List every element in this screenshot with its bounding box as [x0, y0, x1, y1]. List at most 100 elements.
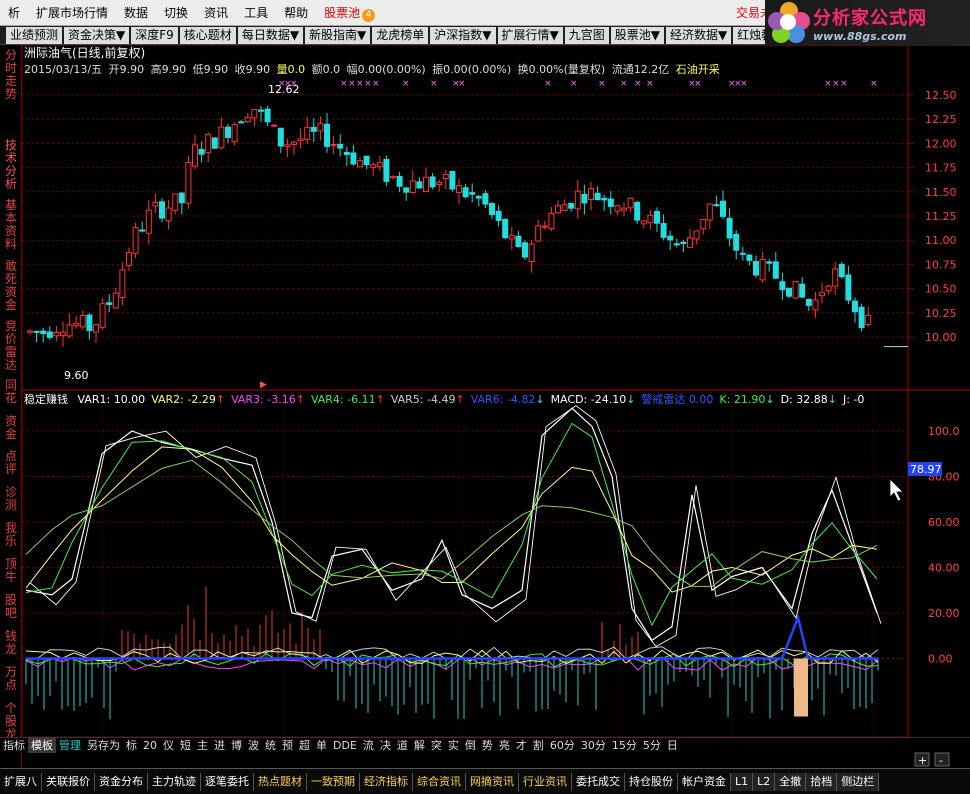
candle-body	[350, 152, 357, 165]
tab-26[interactable]: 才	[513, 737, 530, 753]
toolbar-index[interactable]: 沪深指数▼	[430, 26, 496, 44]
tab-19[interactable]: 道	[394, 737, 411, 753]
bottom-item-13[interactable]: 帐户资金	[678, 772, 731, 791]
bottom-item-18[interactable]: 侧边栏	[837, 772, 880, 791]
menu-item-help[interactable]: 帮助	[276, 4, 316, 21]
bottom-item-6[interactable]: 一致预期	[307, 772, 360, 791]
candle-body	[86, 314, 93, 332]
bottom-item-7[interactable]: 经济指标	[360, 772, 413, 791]
menu-item-data[interactable]: 数据	[116, 4, 156, 21]
toolbar-extended-quotes[interactable]: 扩展行情▼	[497, 26, 563, 44]
bottom-item-3[interactable]: 主力轨迹	[148, 772, 201, 791]
tab-4[interactable]: 标	[123, 737, 140, 753]
sidebar-item-wole[interactable]: 我乐	[2, 522, 20, 548]
tab-32[interactable]: 日	[664, 737, 681, 753]
tab-11[interactable]: 波	[245, 737, 262, 753]
sidebar-item-dare-capital[interactable]: 敢死资金	[2, 260, 20, 312]
menu-item-tools[interactable]: 工具	[236, 4, 276, 21]
tab-8[interactable]: 主	[194, 737, 211, 753]
kdj-d-line	[29, 405, 882, 648]
price-high-mark: 12.62	[268, 83, 300, 96]
sidebar-item-tonghua[interactable]: 同花	[2, 379, 20, 405]
tab-3[interactable]: 另存为	[84, 737, 123, 753]
sidebar-item-intraday[interactable]: 分时走势	[2, 49, 20, 101]
menu-item-news[interactable]: 资讯	[196, 4, 236, 21]
tab-20[interactable]: 解	[411, 737, 428, 753]
tab-23[interactable]: 倒	[462, 737, 479, 753]
tab-29[interactable]: 30分	[578, 737, 609, 753]
candle-body	[376, 162, 383, 168]
bottom-item-5[interactable]: 热点题材	[254, 772, 307, 791]
toolbar-nine-grid[interactable]: 九宫图	[564, 26, 609, 44]
tab-9[interactable]: 进	[211, 737, 228, 753]
tab-14[interactable]: 超	[296, 737, 313, 753]
bottom-item-16[interactable]: 全撤	[775, 772, 807, 791]
menu-item-switch[interactable]: 切换	[156, 4, 196, 21]
tab-30[interactable]: 15分	[609, 737, 640, 753]
indicator-var: VAR5: -4.49	[391, 393, 456, 406]
quote-turnover: 0.00%(量复权)	[529, 62, 606, 76]
sidebar-item-qianlong[interactable]: 钱龙	[2, 630, 20, 656]
sidebar-item-stock-forum[interactable]: 股吧	[2, 594, 20, 620]
tab-2[interactable]: 管理	[56, 737, 84, 753]
bottom-item-1[interactable]: 关联报价	[42, 772, 95, 791]
sidebar-item-technical[interactable]: 技术分析	[2, 139, 20, 191]
tab-12[interactable]: 统	[262, 737, 279, 753]
tab-31[interactable]: 5分	[640, 737, 664, 753]
bottom-item-4[interactable]: 逐笔委托	[201, 772, 254, 791]
bottom-item-2[interactable]: 资金分布	[95, 772, 148, 791]
tab-16[interactable]: DDE	[330, 739, 360, 752]
sidebar-item-diagnosis[interactable]: 诊测	[2, 486, 20, 512]
tab-10[interactable]: 博	[228, 737, 245, 753]
sidebar-item-basic-info[interactable]: 基本资料	[2, 199, 20, 251]
tab-18[interactable]: 决	[377, 737, 394, 753]
sidebar-item-auction-radar[interactable]: 竞价雷达	[2, 320, 20, 372]
sidebar-item-dingniu[interactable]: 顶牛	[2, 558, 20, 584]
toolbar-daily-data[interactable]: 每日数据▼	[237, 26, 304, 44]
bottom-item-11[interactable]: 委托成交	[572, 772, 625, 791]
toolbar-stock-pool[interactable]: 股票池▼	[610, 26, 665, 44]
tab-24[interactable]: 势	[479, 737, 496, 753]
tab-1[interactable]: 模板	[28, 737, 56, 753]
tab-15[interactable]: 单	[313, 737, 330, 753]
toolbar-ipo-guide[interactable]: 新股指南▼	[305, 26, 371, 44]
bottom-item-9[interactable]: 网摘资讯	[466, 772, 519, 791]
bottom-item-8[interactable]: 综合资讯	[413, 772, 466, 791]
tab-13[interactable]: 预	[279, 737, 296, 753]
tab-22[interactable]: 实	[445, 737, 462, 753]
indicator-var: 警戒雷达 0.00	[641, 392, 713, 406]
chart-frame	[22, 45, 909, 738]
tab-17[interactable]: 流	[360, 737, 377, 753]
chart-area[interactable]: × × × × × × × × × × × × × × × × × × × × × × × × × × × ▶ 12.50 12.25 1…	[22, 45, 970, 768]
bottom-item-15[interactable]: L2	[753, 772, 776, 791]
sidebar-item-comment[interactable]: 点评	[2, 450, 20, 476]
candle-body	[660, 223, 667, 238]
tab-6[interactable]: 仪	[160, 737, 177, 753]
toolbar-economic-data[interactable]: 经济数据▼	[666, 26, 732, 44]
toolbar-capital-decision[interactable]: 资金决策▼	[64, 26, 130, 44]
tab-7[interactable]: 短	[177, 737, 194, 753]
tab-21[interactable]: 突	[428, 737, 445, 753]
tab-0[interactable]: 指标	[0, 737, 28, 753]
menu-item-extended-market[interactable]: 扩展市场行情	[28, 4, 116, 21]
bottom-item-12[interactable]: 持仓股份	[625, 772, 678, 791]
toolbar-performance-forecast[interactable]: 业绩预测	[6, 26, 63, 44]
sidebar-item-capital[interactable]: 资金	[2, 415, 20, 441]
sidebar-item-wandian[interactable]: 万点	[2, 666, 20, 692]
toolbar-depth-f9[interactable]: 深度F9	[131, 26, 178, 44]
menu-item-stock-pool[interactable]: 股票池 4	[316, 4, 383, 22]
candle-body	[799, 283, 806, 298]
toolbar-core-topics[interactable]: 核心题材	[179, 26, 236, 44]
tab-25[interactable]: 亮	[496, 737, 513, 753]
signal-marker-icon: ×	[694, 79, 702, 89]
toolbar-dragon-tiger[interactable]: 龙虎榜单	[372, 26, 429, 44]
tab-5[interactable]: 20	[140, 739, 160, 752]
bottom-item-0[interactable]: 扩展八	[0, 772, 42, 791]
kline-chart[interactable]: ××× × × × × × × × ×× × × × × × × ×× ××× × × × ×▶ 12.5012.251…	[22, 45, 970, 768]
bottom-item-10[interactable]: 行业资讯	[519, 772, 572, 791]
tab-27[interactable]: 割	[530, 737, 547, 753]
tab-28[interactable]: 60分	[547, 737, 578, 753]
menu-item-analysis[interactable]: 析	[0, 4, 28, 21]
bottom-item-14[interactable]: L1	[731, 772, 754, 791]
bottom-item-17[interactable]: 拾档	[806, 772, 838, 791]
